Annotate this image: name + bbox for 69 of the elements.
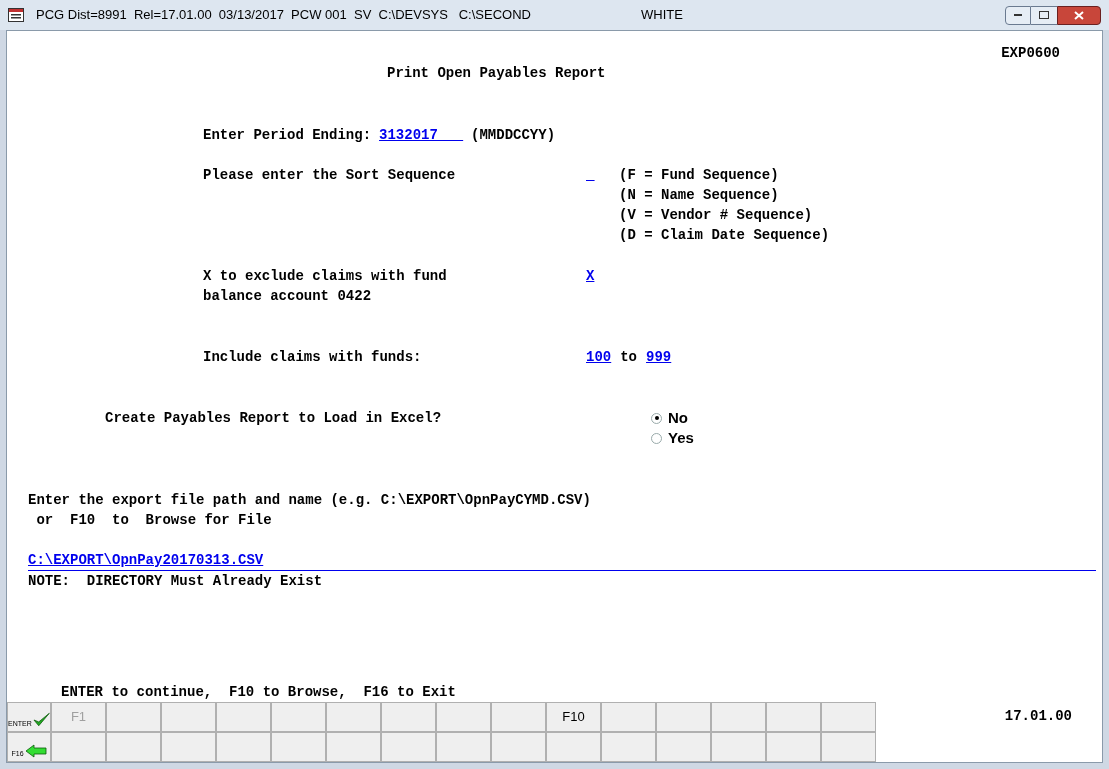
blank-key [326, 732, 381, 762]
fund-from-field[interactable]: 100 [586, 347, 612, 367]
key-instructions: ENTER to continue, F10 to Browse, F16 to Exit [61, 684, 456, 700]
close-button[interactable] [1057, 5, 1101, 25]
exclude-label: balance account 0422 [203, 287, 373, 306]
blank-key [436, 732, 491, 762]
export-prompt: or F10 to Browse for File [35, 511, 273, 530]
report-title: Print Open Payables Report [387, 65, 606, 81]
app-icon [8, 8, 24, 22]
export-prompt: Enter the export file path and name (e.g. C:\EXPORT\OpnPayCYMD.CSV) [28, 491, 592, 510]
version-number: 17.01.00 [1004, 707, 1072, 726]
sort-field[interactable]: _ [586, 165, 619, 245]
blank-key [821, 702, 876, 732]
blank-key [106, 732, 161, 762]
export-path-field[interactable]: C:\EXPORT\OpnPay20170313.CSV [28, 550, 1096, 571]
blank-key [271, 732, 326, 762]
sort-option: (D = Claim Date Sequence) [619, 225, 830, 245]
sort-label: Please enter the Sort Sequence [203, 166, 457, 185]
radio-option[interactable]: Yes [651, 428, 694, 448]
blank-key [436, 702, 491, 732]
blank-key [106, 702, 161, 732]
blank-key [51, 732, 106, 762]
radio-button[interactable] [651, 432, 662, 444]
maximize-icon [1039, 11, 1049, 19]
close-icon [1074, 10, 1084, 20]
radio-button[interactable] [651, 412, 662, 424]
fund-to-field[interactable]: 999 [646, 347, 672, 367]
exclude-label: X to exclude claims with fund [203, 267, 448, 286]
blank-key [216, 732, 271, 762]
blank-key [216, 702, 271, 732]
maximize-button[interactable] [1031, 5, 1057, 25]
radio-option[interactable]: No [651, 408, 694, 428]
blank-key [381, 732, 436, 762]
funds-label: Include claims with funds: [203, 348, 423, 367]
blank-key [711, 702, 766, 732]
blank-key [766, 732, 821, 762]
left-arrow-icon [24, 744, 47, 758]
check-icon [32, 712, 50, 728]
blank-key [656, 702, 711, 732]
blank-key [601, 702, 656, 732]
blank-key [271, 702, 326, 732]
blank-key [601, 732, 656, 762]
to-label: to [620, 348, 638, 367]
date-format-hint: (MMDDCCYY) [471, 126, 556, 145]
blank-key [491, 702, 546, 732]
sort-option: (N = Name Sequence) [619, 185, 830, 205]
period-label: Enter Period Ending: [203, 126, 372, 145]
blank-key [161, 702, 216, 732]
user-name: WHITE [640, 6, 683, 25]
blank-key [821, 732, 876, 762]
period-field[interactable]: 3132017___ [379, 125, 464, 145]
blank-key [766, 702, 821, 732]
window-title: PCG Dist=8991 Rel=17.01.00 03/13/2017 PCW 001 SV C:\DEVSYS C:\SECOND [36, 6, 531, 25]
minimize-icon [1014, 13, 1022, 17]
blank-key [491, 732, 546, 762]
blank-key [656, 732, 711, 762]
sort-option: (F = Fund Sequence) [619, 165, 830, 185]
blank-key [326, 702, 381, 732]
exclude-field[interactable]: X [586, 268, 595, 284]
sort-option: (V = Vendor # Sequence) [619, 205, 830, 225]
blank-key [546, 732, 601, 762]
directory-note: NOTE: DIRECTORY Must Already Exist [28, 573, 323, 589]
blank-key [381, 702, 436, 732]
blank-key [161, 732, 216, 762]
blank-key [711, 732, 766, 762]
minimize-button[interactable] [1005, 5, 1031, 25]
excel-question: Create Payables Report to Load in Excel? [105, 409, 443, 428]
screen-id: EXP0600 [1001, 44, 1060, 63]
function-key-button[interactable]: F10 [546, 702, 601, 732]
